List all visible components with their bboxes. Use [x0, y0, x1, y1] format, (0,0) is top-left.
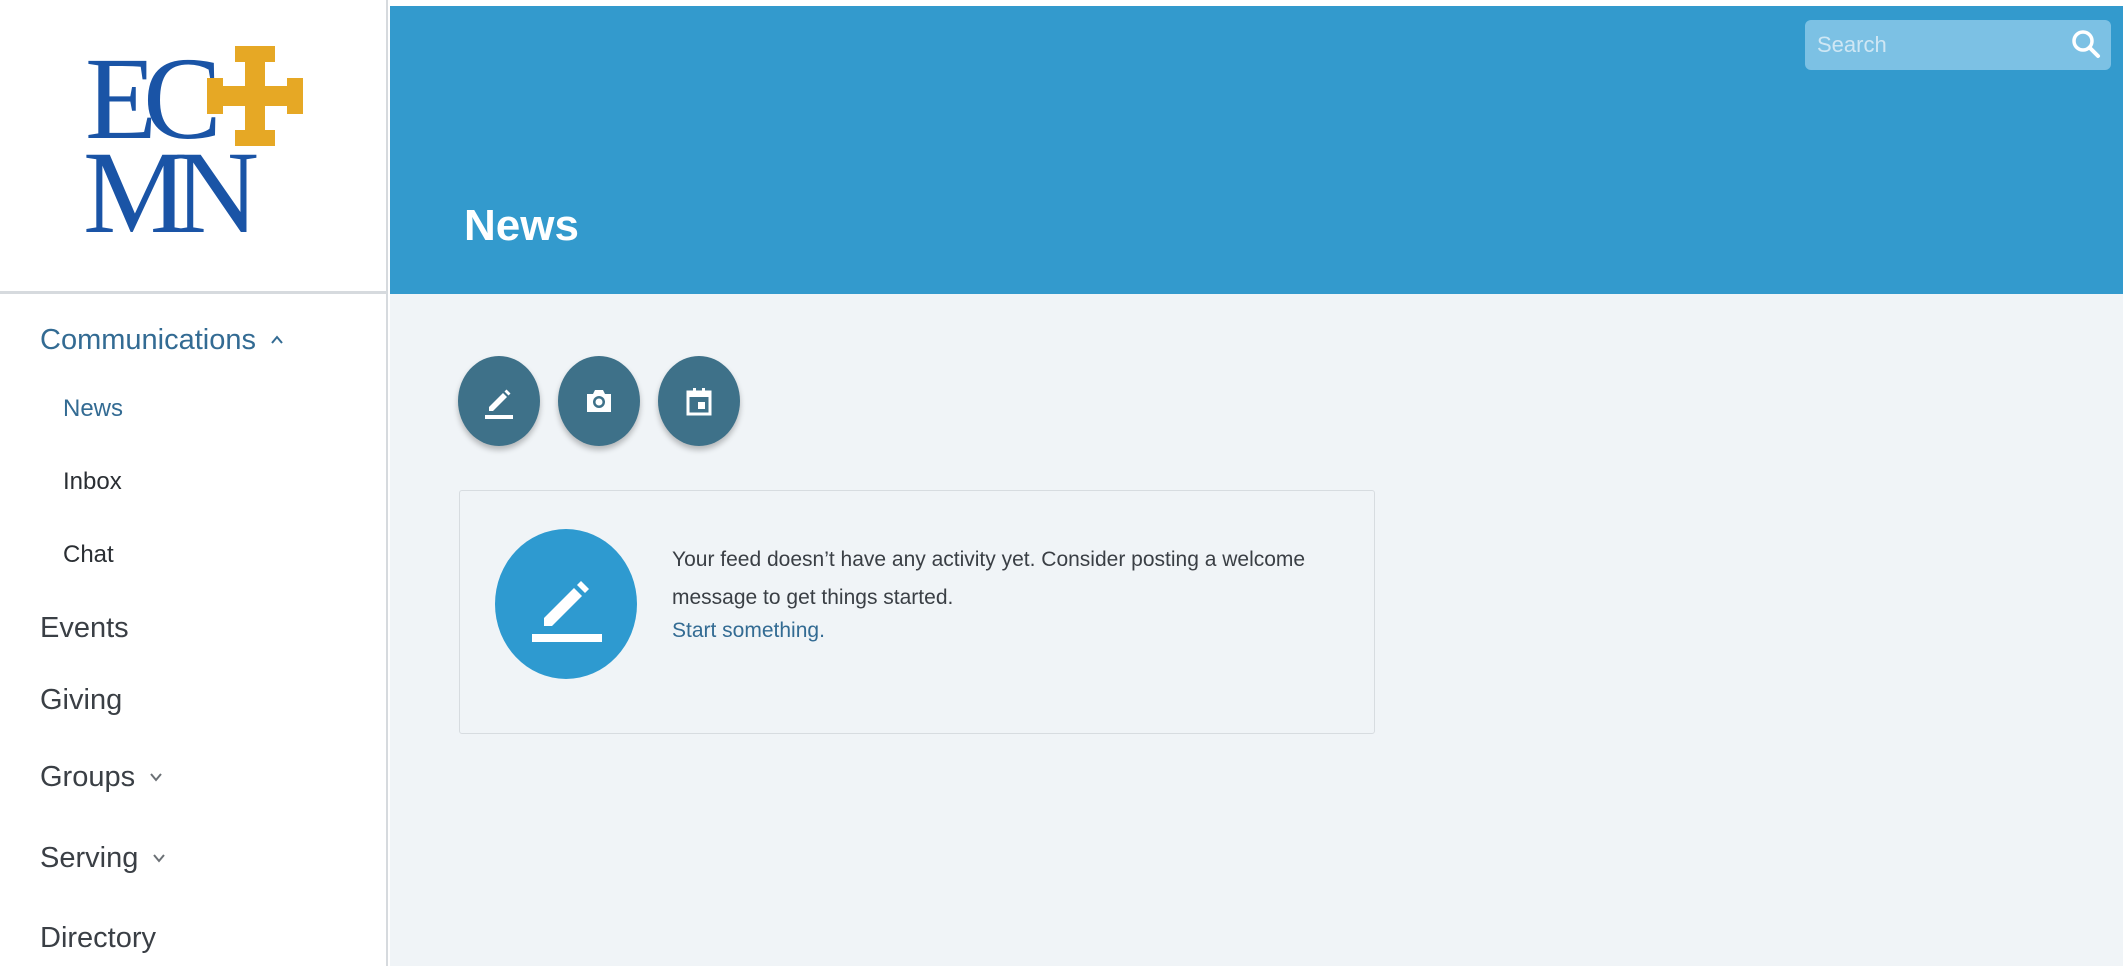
ecmn-logo[interactable]: EC MN: [85, 46, 325, 246]
sidebar-item-label: Chat: [63, 541, 114, 568]
sidebar-item-label: Groups: [40, 760, 136, 793]
start-something-link[interactable]: Start something.: [672, 619, 825, 643]
pencil-icon: [532, 581, 602, 642]
chevron-down-icon: [149, 770, 163, 784]
search-box[interactable]: [1805, 20, 2111, 70]
chevron-down-icon: [152, 851, 166, 865]
sidebar-item-serving[interactable]: Serving: [0, 828, 386, 888]
sidebar-item-label: Events: [40, 611, 129, 644]
new-event-button[interactable]: [658, 356, 740, 446]
logo-text-mn: MN: [85, 127, 257, 246]
sidebar-item-label: Inbox: [63, 468, 122, 495]
feed-badge: [495, 529, 637, 679]
main-content: Your feed doesn’t have any activity yet.…: [390, 294, 2123, 966]
sidebar-item-inbox[interactable]: Inbox: [0, 452, 386, 512]
new-post-button[interactable]: [458, 356, 540, 446]
sidebar-item-label: Giving: [40, 683, 123, 716]
sidebar-item-directory[interactable]: Directory: [0, 908, 386, 966]
new-photo-button[interactable]: [558, 356, 640, 446]
calendar-icon: [686, 388, 712, 416]
sidebar-item-label: News: [63, 395, 124, 422]
empty-feed-card: Your feed doesn’t have any activity yet.…: [459, 490, 1375, 734]
sidebar-item-communications[interactable]: Communications: [0, 310, 386, 370]
page-header: News: [390, 6, 2123, 294]
app-window: EC MN Communications News Inbox Chat Eve…: [0, 0, 2123, 966]
sidebar-item-label: Serving: [40, 841, 139, 874]
sidebar-item-label: Directory: [40, 921, 157, 954]
sidebar-item-label: Communications: [40, 323, 256, 356]
pencil-icon: [485, 389, 513, 419]
logo-area[interactable]: EC MN: [0, 6, 388, 294]
sidebar: EC MN Communications News Inbox Chat Eve…: [0, 0, 388, 966]
search-icon[interactable]: [2071, 29, 2101, 64]
chevron-up-icon: [270, 333, 284, 347]
empty-feed-message: Your feed doesn’t have any activity yet.…: [672, 548, 1306, 609]
search-input[interactable]: [1805, 20, 2065, 70]
page-title: News: [464, 201, 579, 250]
sidebar-item-groups[interactable]: Groups: [0, 747, 386, 807]
sidebar-item-news[interactable]: News: [0, 379, 386, 439]
sidebar-item-chat[interactable]: Chat: [0, 525, 386, 585]
sidebar-item-events[interactable]: Events: [0, 598, 386, 658]
camera-icon: [587, 390, 611, 412]
sidebar-item-giving[interactable]: Giving: [0, 670, 386, 730]
